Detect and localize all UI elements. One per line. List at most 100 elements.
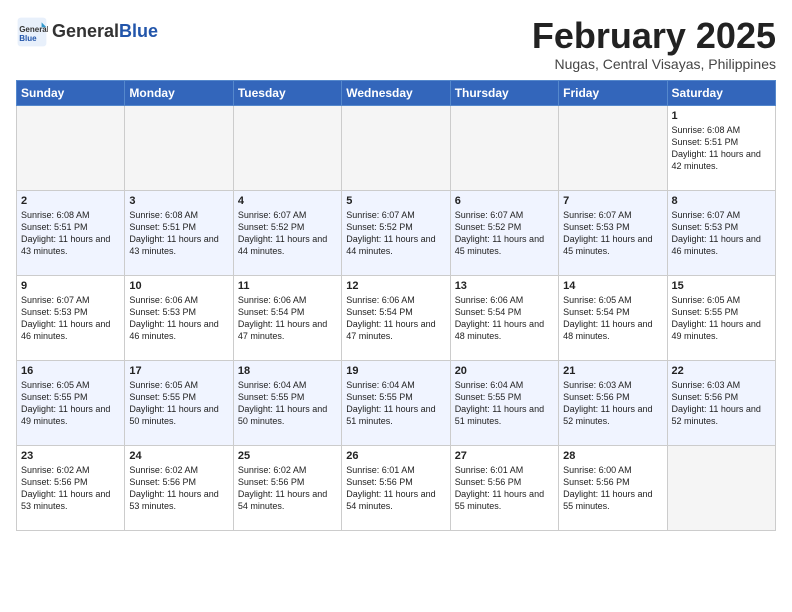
- day-number: 11: [238, 280, 337, 292]
- day-number: 26: [346, 450, 445, 462]
- day-number: 28: [563, 450, 662, 462]
- day-info: Sunrise: 6:07 AM Sunset: 5:53 PM Dayligh…: [563, 209, 662, 258]
- day-info: Sunrise: 6:06 AM Sunset: 5:54 PM Dayligh…: [346, 294, 445, 343]
- month-year: February 2025: [532, 16, 776, 56]
- day-number: 1: [672, 110, 771, 122]
- day-info: Sunrise: 6:07 AM Sunset: 5:53 PM Dayligh…: [672, 209, 771, 258]
- day-info: Sunrise: 6:01 AM Sunset: 5:56 PM Dayligh…: [455, 464, 554, 513]
- day-number: 24: [129, 450, 228, 462]
- calendar-cell: 18Sunrise: 6:04 AM Sunset: 5:55 PM Dayli…: [233, 360, 341, 445]
- day-number: 22: [672, 365, 771, 377]
- day-info: Sunrise: 6:07 AM Sunset: 5:53 PM Dayligh…: [21, 294, 120, 343]
- calendar-body: 1 Sunrise: 6:08 AM Sunset: 5:51 PM Daylig…: [17, 105, 776, 530]
- day-number: 5: [346, 195, 445, 207]
- day-info: Sunrise: 6:05 AM Sunset: 5:55 PM Dayligh…: [21, 379, 120, 428]
- calendar-cell: 2 Sunrise: 6:08 AM Sunset: 5:51 PM Daylig…: [17, 190, 125, 275]
- calendar-cell: 10 Sunrise: 6:06 AM Sunset: 5:53 PM Dayli…: [125, 275, 233, 360]
- day-number: 9: [21, 280, 120, 292]
- day-info: Sunrise: 6:03 AM Sunset: 5:56 PM Dayligh…: [563, 379, 662, 428]
- calendar-cell: 21 Sunrise: 6:03 AM Sunset: 5:56 PM Dayli…: [559, 360, 667, 445]
- logo-icon: General Blue: [16, 16, 48, 48]
- calendar-cell: 19Sunrise: 6:04 AM Sunset: 5:55 PM Dayli…: [342, 360, 450, 445]
- calendar-cell: 1Sunrise: 6:08 AM Sunset: 5:51 PM Daylig…: [667, 105, 775, 190]
- day-number: 21: [563, 365, 662, 377]
- day-number: 10: [129, 280, 228, 292]
- day-info: Sunrise: 6:04 AM Sunset: 5:55 PM Dayligh…: [238, 379, 337, 428]
- calendar-cell: 24Sunrise: 6:02 AM Sunset: 5:56 PM Dayli…: [125, 445, 233, 530]
- day-number: 17: [129, 365, 228, 377]
- day-number: 12: [346, 280, 445, 292]
- weekday-header-sunday: Sunday: [17, 80, 125, 105]
- calendar-table: SundayMondayTuesdayWednesdayThursdayFrid…: [16, 80, 776, 531]
- calendar-cell: [342, 105, 450, 190]
- calendar-cell: 12 Sunrise: 6:06 AM Sunset: 5:54 PM Dayli…: [342, 275, 450, 360]
- day-number: 2: [21, 195, 120, 207]
- day-info: Sunrise: 6:06 AM Sunset: 5:53 PM Dayligh…: [129, 294, 228, 343]
- day-info: Sunrise: 6:05 AM Sunset: 5:55 PM Dayligh…: [672, 294, 771, 343]
- day-number: 20: [455, 365, 554, 377]
- calendar-header: SundayMondayTuesdayWednesdayThursdayFrid…: [17, 80, 776, 105]
- day-info: Sunrise: 6:07 AM Sunset: 5:52 PM Dayligh…: [455, 209, 554, 258]
- calendar-cell: 22 Sunrise: 6:03 AM Sunset: 5:56 PM Dayli…: [667, 360, 775, 445]
- calendar-week-row: 23 Sunrise: 6:02 AM Sunset: 5:56 PM Dayli…: [17, 445, 776, 530]
- day-number: 23: [21, 450, 120, 462]
- day-number: 19: [346, 365, 445, 377]
- calendar-cell: 4Sunrise: 6:07 AM Sunset: 5:52 PM Daylig…: [233, 190, 341, 275]
- calendar-cell: 6 Sunrise: 6:07 AM Sunset: 5:52 PM Daylig…: [450, 190, 558, 275]
- day-number: 16: [21, 365, 120, 377]
- day-info: Sunrise: 6:05 AM Sunset: 5:55 PM Dayligh…: [129, 379, 228, 428]
- calendar-cell: [233, 105, 341, 190]
- calendar-week-row: 1Sunrise: 6:08 AM Sunset: 5:51 PM Daylig…: [17, 105, 776, 190]
- day-number: 27: [455, 450, 554, 462]
- logo: General Blue GeneralBlue: [16, 16, 158, 48]
- day-number: 3: [129, 195, 228, 207]
- calendar-week-row: 16 Sunrise: 6:05 AM Sunset: 5:55 PM Dayli…: [17, 360, 776, 445]
- location: Nugas, Central Visayas, Philippines: [532, 56, 776, 72]
- svg-text:Blue: Blue: [19, 34, 37, 43]
- day-number: 13: [455, 280, 554, 292]
- weekday-header-thursday: Thursday: [450, 80, 558, 105]
- calendar-week-row: 9 Sunrise: 6:07 AM Sunset: 5:53 PM Daylig…: [17, 275, 776, 360]
- weekday-header-saturday: Saturday: [667, 80, 775, 105]
- day-info: Sunrise: 6:08 AM Sunset: 5:51 PM Dayligh…: [129, 209, 228, 258]
- day-info: Sunrise: 6:06 AM Sunset: 5:54 PM Dayligh…: [238, 294, 337, 343]
- weekday-header-wednesday: Wednesday: [342, 80, 450, 105]
- weekday-header-friday: Friday: [559, 80, 667, 105]
- calendar-cell: [559, 105, 667, 190]
- logo-blue-text: Blue: [119, 21, 158, 41]
- calendar-cell: 25Sunrise: 6:02 AM Sunset: 5:56 PM Dayli…: [233, 445, 341, 530]
- calendar-cell: [450, 105, 558, 190]
- calendar-week-row: 2 Sunrise: 6:08 AM Sunset: 5:51 PM Daylig…: [17, 190, 776, 275]
- calendar-cell: [125, 105, 233, 190]
- calendar-cell: 23 Sunrise: 6:02 AM Sunset: 5:56 PM Dayli…: [17, 445, 125, 530]
- day-number: 7: [563, 195, 662, 207]
- calendar-cell: 17 Sunrise: 6:05 AM Sunset: 5:55 PM Dayli…: [125, 360, 233, 445]
- day-number: 6: [455, 195, 554, 207]
- day-number: 15: [672, 280, 771, 292]
- weekday-header-row: SundayMondayTuesdayWednesdayThursdayFrid…: [17, 80, 776, 105]
- calendar-cell: [667, 445, 775, 530]
- day-info: Sunrise: 6:04 AM Sunset: 5:55 PM Dayligh…: [455, 379, 554, 428]
- calendar-cell: 27 Sunrise: 6:01 AM Sunset: 5:56 PM Dayli…: [450, 445, 558, 530]
- day-info: Sunrise: 6:02 AM Sunset: 5:56 PM Dayligh…: [238, 464, 337, 513]
- calendar-cell: 28 Sunrise: 6:00 AM Sunset: 5:56 PM Dayli…: [559, 445, 667, 530]
- page-header: General Blue GeneralBlue February 2025 N…: [16, 16, 776, 72]
- calendar-cell: 9 Sunrise: 6:07 AM Sunset: 5:53 PM Daylig…: [17, 275, 125, 360]
- calendar-cell: 3 Sunrise: 6:08 AM Sunset: 5:51 PM Daylig…: [125, 190, 233, 275]
- calendar-cell: 13 Sunrise: 6:06 AM Sunset: 5:54 PM Dayli…: [450, 275, 558, 360]
- day-info: Sunrise: 6:05 AM Sunset: 5:54 PM Dayligh…: [563, 294, 662, 343]
- day-info: Sunrise: 6:00 AM Sunset: 5:56 PM Dayligh…: [563, 464, 662, 513]
- day-info: Sunrise: 6:08 AM Sunset: 5:51 PM Dayligh…: [21, 209, 120, 258]
- calendar-cell: 20 Sunrise: 6:04 AM Sunset: 5:55 PM Dayli…: [450, 360, 558, 445]
- calendar-cell: 7 Sunrise: 6:07 AM Sunset: 5:53 PM Daylig…: [559, 190, 667, 275]
- day-number: 4: [238, 195, 337, 207]
- day-info: Sunrise: 6:01 AM Sunset: 5:56 PM Dayligh…: [346, 464, 445, 513]
- day-info: Sunrise: 6:02 AM Sunset: 5:56 PM Dayligh…: [21, 464, 120, 513]
- calendar-cell: 11 Sunrise: 6:06 AM Sunset: 5:54 PM Dayli…: [233, 275, 341, 360]
- title-block: February 2025 Nugas, Central Visayas, Ph…: [532, 16, 776, 72]
- day-info: Sunrise: 6:03 AM Sunset: 5:56 PM Dayligh…: [672, 379, 771, 428]
- day-number: 14: [563, 280, 662, 292]
- calendar-cell: 5Sunrise: 6:07 AM Sunset: 5:52 PM Daylig…: [342, 190, 450, 275]
- day-info: Sunrise: 6:06 AM Sunset: 5:54 PM Dayligh…: [455, 294, 554, 343]
- calendar-cell: 16 Sunrise: 6:05 AM Sunset: 5:55 PM Dayli…: [17, 360, 125, 445]
